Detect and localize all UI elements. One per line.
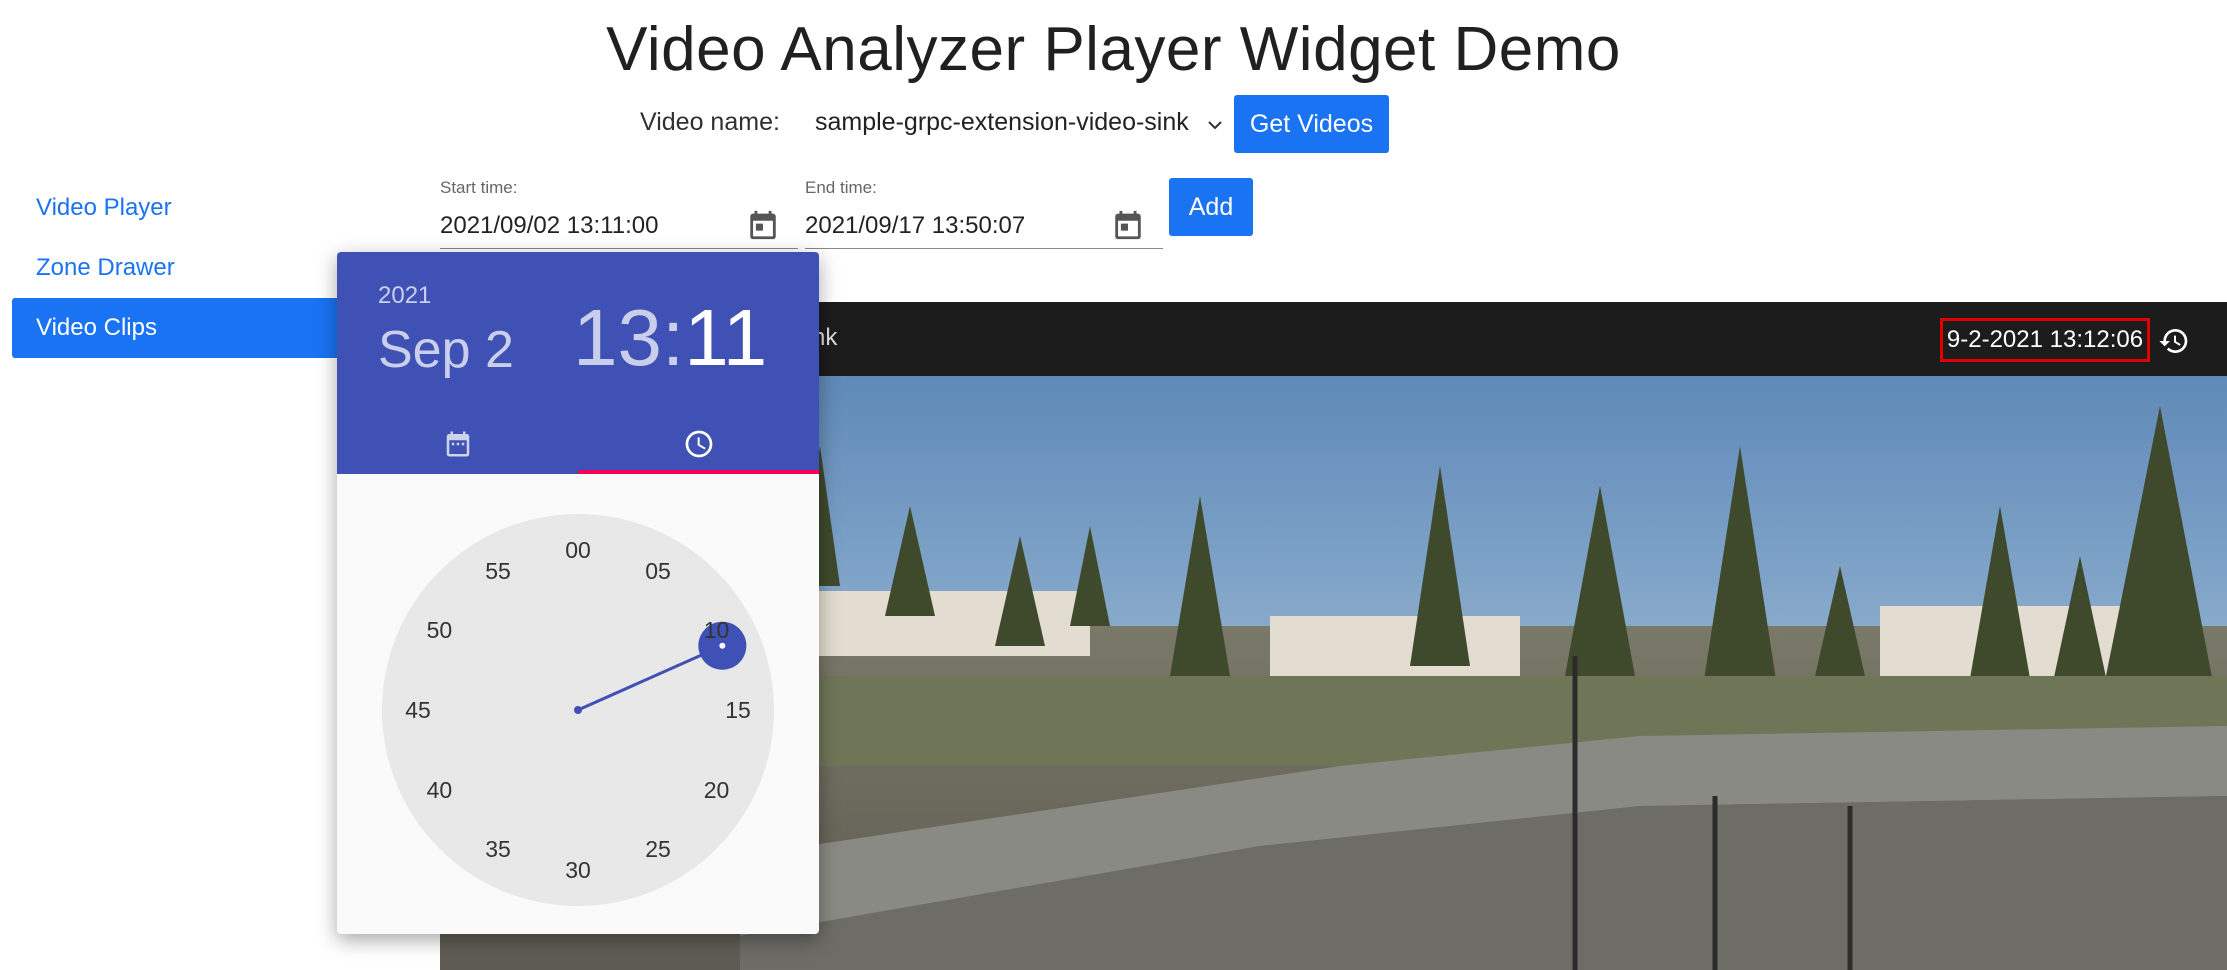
clock-number-05[interactable]: 05 [636, 555, 680, 587]
end-time-input[interactable]: 2021/09/17 13:50:07 [805, 212, 1025, 240]
chevron-down-icon [1207, 110, 1223, 136]
sidebar-item-label: Video Player [36, 194, 172, 221]
picker-minutes[interactable]: 11 [684, 292, 767, 384]
tab-indicator [578, 470, 819, 474]
clock-number-45[interactable]: 45 [396, 694, 440, 726]
clock-number-25[interactable]: 25 [636, 833, 680, 865]
clock-center [574, 706, 582, 714]
clock-number-30[interactable]: 30 [556, 854, 600, 886]
picker-hours[interactable]: 13 [573, 292, 662, 384]
sidebar-item-video-player[interactable]: Video Player [12, 178, 342, 238]
sidebar-item-label: Video Clips [36, 314, 157, 341]
tab-time[interactable] [578, 414, 819, 474]
end-time-label: End time: [805, 178, 877, 197]
clock-number-55[interactable]: 55 [476, 555, 520, 587]
start-time-input[interactable]: 2021/09/02 13:11:00 [440, 212, 658, 240]
sidebar-item-zone-drawer[interactable]: Zone Drawer [12, 238, 342, 298]
history-icon[interactable] [2158, 325, 2190, 357]
end-time-underline [805, 248, 1163, 249]
sidebar-item-video-clips[interactable]: Video Clips [12, 298, 342, 358]
tab-date[interactable] [337, 414, 578, 474]
sidebar-item-label: Zone Drawer [36, 254, 175, 281]
picker-time: 13 : 11 [573, 292, 767, 384]
clock-face[interactable]: 00 05 10 15 20 25 30 35 40 45 50 55 [382, 514, 774, 906]
clock-number-00[interactable]: 00 [556, 534, 600, 566]
picker-header: 2021 Sep 2 13 : 11 [337, 252, 819, 474]
get-videos-button[interactable]: Get Videos [1234, 95, 1389, 153]
video-name-label: Video name: [640, 108, 780, 136]
start-time-underline [440, 248, 798, 249]
clock-number-35[interactable]: 35 [476, 833, 520, 865]
calendar-icon[interactable] [1111, 208, 1145, 242]
clock-icon [685, 430, 712, 458]
clock-number-50[interactable]: 50 [417, 614, 461, 646]
picker-time-separator: : [661, 293, 685, 382]
picker-year[interactable]: 2021 [378, 282, 431, 310]
video-name-value: sample-grpc-extension-video-sink [815, 108, 1189, 136]
calendar-icon[interactable] [746, 208, 780, 242]
clock-number-40[interactable]: 40 [417, 774, 461, 806]
clock-number-20[interactable]: 20 [695, 774, 739, 806]
calendar-icon [446, 431, 469, 457]
clock-number-10[interactable]: 10 [695, 614, 739, 646]
add-button[interactable]: Add [1169, 178, 1253, 236]
clock-number-15[interactable]: 15 [716, 694, 760, 726]
picker-date[interactable]: Sep 2 [378, 320, 514, 380]
player-timestamp: 9-2-2021 13:12:06 [1940, 318, 2150, 362]
video-name-select[interactable]: sample-grpc-extension-video-sink [815, 108, 1223, 137]
start-time-label: Start time: [440, 178, 518, 197]
page-title: Video Analyzer Player Widget Demo [606, 15, 1621, 84]
datetime-picker[interactable]: 2021 Sep 2 13 : 11 00 05 10 15 20 25 30 35 40 45 5… [337, 252, 819, 934]
